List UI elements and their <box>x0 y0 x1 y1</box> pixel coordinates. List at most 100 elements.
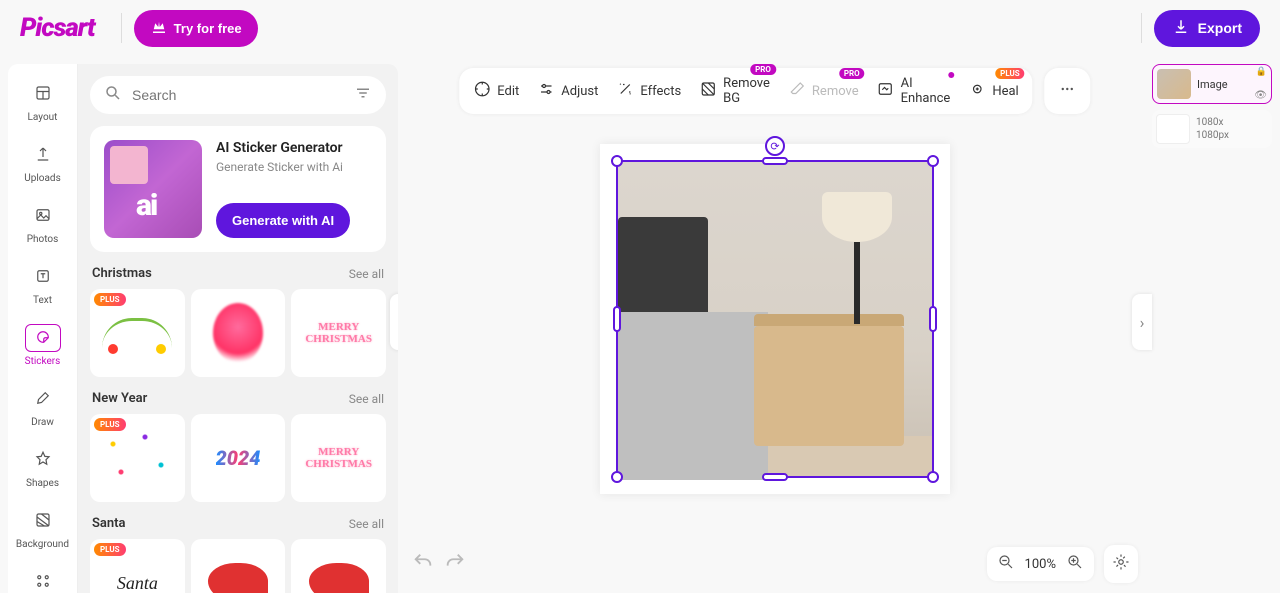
tool-remove-bg[interactable]: Remove BG PRO <box>699 76 770 106</box>
resize-handle-top[interactable] <box>762 157 788 165</box>
tool-label: Remove BG <box>723 76 770 106</box>
tool-label: Effects <box>640 84 681 99</box>
nav-photos[interactable]: Photos <box>13 194 73 253</box>
nav-label: Photos <box>27 234 59 245</box>
eye-icon[interactable]: 👁 <box>1254 90 1267 101</box>
resize-handle-tl[interactable] <box>611 155 623 167</box>
tool-effects[interactable]: Effects <box>616 80 681 102</box>
selected-image[interactable]: ⟳ <box>616 160 934 478</box>
divider <box>1141 13 1142 43</box>
tool-edit[interactable]: Edit <box>473 80 519 102</box>
ai-thumb <box>104 140 202 238</box>
nav-label: Background <box>16 539 69 550</box>
tool-remove[interactable]: Remove PRO <box>788 80 859 102</box>
download-icon <box>1172 18 1190 39</box>
section-title: New Year <box>92 391 147 406</box>
resize-handle-right[interactable] <box>929 306 937 332</box>
search-row <box>90 76 386 114</box>
left-nav: Layout Uploads Photos Text Stickers Draw… <box>8 64 78 593</box>
undo-button[interactable] <box>412 551 434 577</box>
bedroom-image <box>618 162 932 476</box>
sticker-item[interactable]: 2024 <box>191 414 286 502</box>
sticker-item[interactable] <box>191 289 286 377</box>
tool-label: AI Enhance <box>901 76 951 106</box>
resize-handle-br[interactable] <box>927 471 939 483</box>
export-button[interactable]: Export <box>1154 10 1260 47</box>
nav-more-tools[interactable]: More Tools <box>13 560 73 593</box>
try-free-button[interactable]: Try for free <box>134 10 258 47</box>
plus-badge: PLUS <box>94 543 126 556</box>
search-input[interactable] <box>132 87 344 103</box>
nav-shapes[interactable]: Shapes <box>13 438 73 497</box>
merry-christmas-text: MERRY CHRISTMAS <box>291 321 386 345</box>
ai-card-subtitle: Generate Sticker with Ai <box>216 160 372 174</box>
see-all-link[interactable]: See all <box>349 392 384 406</box>
nav-label: Text <box>33 295 52 306</box>
zoom-out-button[interactable] <box>997 553 1015 575</box>
zoom-in-button[interactable] <box>1066 553 1084 575</box>
generate-ai-button[interactable]: Generate with AI <box>216 203 350 238</box>
santa-hat-icon <box>208 563 268 593</box>
redo-button[interactable] <box>444 551 466 577</box>
gear-icon <box>1112 556 1130 575</box>
edit-icon <box>473 80 491 102</box>
see-all-link[interactable]: See all <box>349 517 384 531</box>
collapse-left-button[interactable]: ‹ <box>390 294 398 350</box>
ai-dot-icon <box>948 72 954 78</box>
star-icon <box>34 450 52 471</box>
tool-label: Heal <box>992 84 1018 99</box>
sticker-item[interactable] <box>191 539 286 593</box>
photo-icon <box>34 206 52 227</box>
sticker-item[interactable]: MERRY CHRISTMAS <box>291 414 386 502</box>
resize-handle-left[interactable] <box>613 306 621 332</box>
sticker-item[interactable]: PLUS Santa <box>90 539 185 593</box>
filter-icon[interactable] <box>354 84 372 106</box>
see-all-link[interactable]: See all <box>349 267 384 281</box>
artboard[interactable]: ⟳ <box>600 144 950 494</box>
canvas-settings-button[interactable] <box>1104 545 1138 583</box>
brush-icon <box>34 389 52 410</box>
toolbar: Edit Adjust Effects Remove BG PRO <box>459 68 1032 114</box>
resize-handle-bottom[interactable] <box>762 473 788 481</box>
nav-text[interactable]: Text <box>13 255 73 314</box>
layer-thumb <box>1157 69 1191 99</box>
resize-handle-tr[interactable] <box>927 155 939 167</box>
crown-icon <box>150 18 168 39</box>
zoom-value: 100% <box>1025 557 1056 572</box>
canvas-area: Edit Adjust Effects Remove BG PRO <box>398 64 1152 593</box>
pro-badge: PRO <box>839 68 865 79</box>
sticker-item[interactable] <box>291 539 386 593</box>
nav-label: Stickers <box>25 356 61 367</box>
background-icon <box>34 511 52 532</box>
effects-icon <box>616 80 634 102</box>
nav-label: Layout <box>28 112 58 123</box>
export-label: Export <box>1198 20 1242 36</box>
tool-heal[interactable]: Heal PLUS <box>968 80 1018 102</box>
resize-handle-bl[interactable] <box>611 471 623 483</box>
nav-uploads[interactable]: Uploads <box>13 133 73 192</box>
layer-image[interactable]: Image 🔒 👁 <box>1152 64 1272 104</box>
tool-adjust[interactable]: Adjust <box>537 80 598 102</box>
sticker-item[interactable]: MERRY CHRISTMAS <box>291 289 386 377</box>
nav-layout[interactable]: Layout <box>13 72 73 131</box>
sticker-item[interactable]: PLUS <box>90 289 185 377</box>
lock-icon[interactable]: 🔒 <box>1256 67 1267 77</box>
nav-stickers[interactable]: Stickers <box>13 316 73 375</box>
toolbar-more-button[interactable] <box>1045 68 1091 114</box>
side-panel: AI Sticker Generator Generate Sticker wi… <box>78 64 398 593</box>
nav-label: Draw <box>31 417 54 428</box>
plus-badge: PLUS <box>995 68 1025 79</box>
nav-draw[interactable]: Draw <box>13 377 73 436</box>
logo[interactable]: Picsart <box>20 13 95 43</box>
search-icon <box>104 84 122 106</box>
layer-dim-w: 1080x <box>1196 116 1229 129</box>
collapse-right-button[interactable]: › <box>1132 294 1152 350</box>
layer-canvas[interactable]: 1080x 1080px <box>1152 110 1272 148</box>
nav-background[interactable]: Background <box>13 499 73 558</box>
plus-badge: PLUS <box>94 418 126 431</box>
layout-icon <box>34 84 52 105</box>
sticker-item[interactable]: PLUS <box>90 414 185 502</box>
rotate-handle[interactable]: ⟳ <box>765 136 785 156</box>
tool-ai-enhance[interactable]: AI Enhance <box>877 76 951 106</box>
santa-neon-icon <box>213 303 263 363</box>
